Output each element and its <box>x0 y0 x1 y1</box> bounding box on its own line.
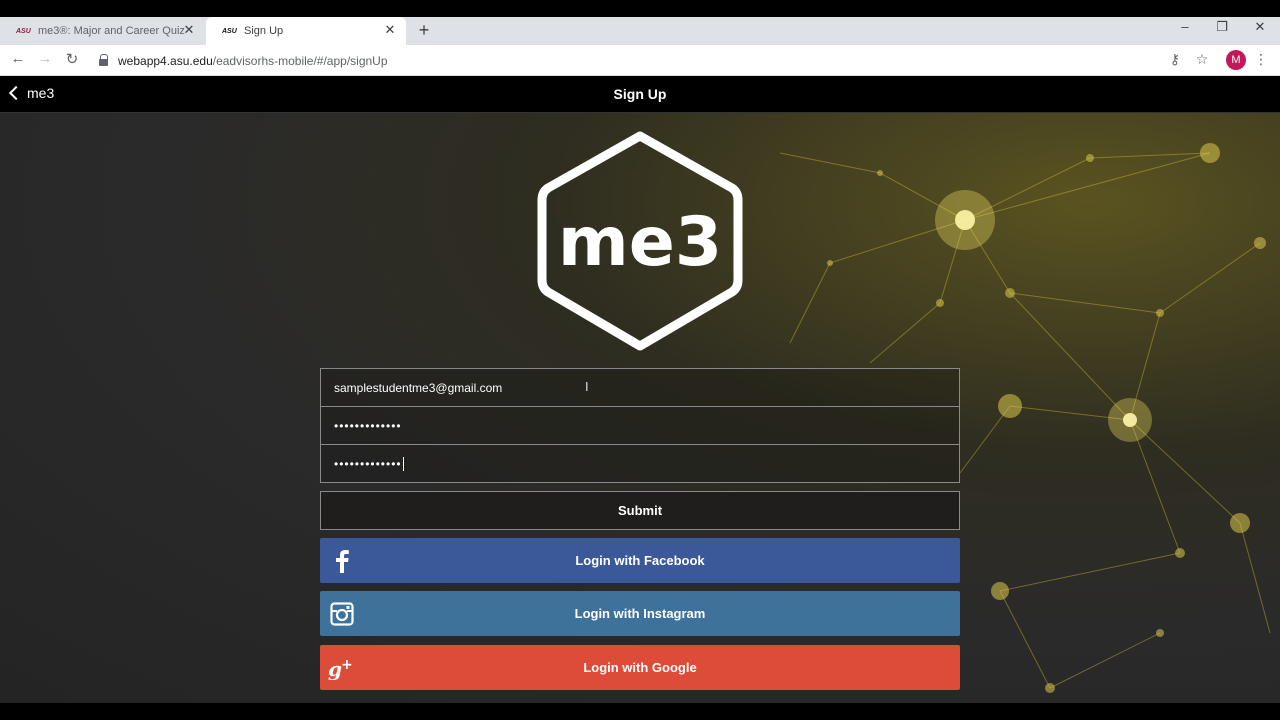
confirm-password-field[interactable]: ••••••••••••• <box>320 445 960 483</box>
key-icon[interactable]: ⚷ <box>1165 51 1185 68</box>
facebook-login-button[interactable]: Login with Facebook <box>320 538 960 583</box>
tab-sign-up[interactable]: ASU Sign Up ✕ <box>206 17 406 45</box>
close-tab-icon[interactable]: ✕ <box>181 22 197 38</box>
signup-form: samplestudentme3@gmail.com I •••••••••••… <box>320 368 960 530</box>
facebook-icon <box>328 547 356 575</box>
restore-icon[interactable]: ❐ <box>1207 19 1237 35</box>
svg-text:+: + <box>341 657 353 673</box>
back-label: me3 <box>27 85 55 101</box>
page-title: Sign Up <box>613 86 667 102</box>
instagram-icon <box>328 600 356 628</box>
tab-me3-quiz[interactable]: ASU me3®: Major and Career Quiz | A ✕ <box>0 17 205 45</box>
window-close-icon[interactable]: ✕ <box>1245 19 1275 35</box>
google-plus-icon: g + <box>328 654 356 682</box>
password-mask: ••••••••••••• <box>334 418 402 433</box>
new-tab-icon[interactable]: + <box>414 20 434 41</box>
reload-icon[interactable]: ↻ <box>62 50 82 68</box>
lock-icon <box>96 53 112 68</box>
back-arrow-icon[interactable]: ← <box>8 50 28 67</box>
profile-avatar[interactable]: M <box>1226 50 1246 70</box>
chevron-left-icon <box>8 85 24 101</box>
email-field[interactable]: samplestudentme3@gmail.com I <box>320 368 960 407</box>
google-login-button[interactable]: g + Login with Google <box>320 645 960 690</box>
submit-button[interactable]: Submit <box>320 491 960 530</box>
asu-favicon: ASU <box>16 27 31 35</box>
address-bar[interactable]: webapp4.asu.edu /eadvisorhs-mobile/#/app… <box>96 49 1190 72</box>
tab-title: me3®: Major and Career Quiz | A <box>38 25 186 37</box>
close-tab-icon[interactable]: ✕ <box>382 22 398 38</box>
tab-title: Sign Up <box>244 25 284 37</box>
forward-arrow-icon[interactable]: → <box>35 50 55 67</box>
asu-favicon: ASU <box>222 27 237 35</box>
app-header: Sign Up me3 <box>0 77 1280 113</box>
screen: ASU me3®: Major and Career Quiz | A ✕ AS… <box>0 0 1280 720</box>
tab-strip: ASU me3®: Major and Career Quiz | A ✕ AS… <box>0 17 1280 45</box>
url-host: webapp4.asu.edu <box>118 53 213 68</box>
confirm-password-mask: ••••••••••••• <box>334 456 402 471</box>
signup-content: me3 samplestudentme3@gmail.com I •••••••… <box>0 113 1280 703</box>
back-button[interactable]: me3 <box>8 85 54 101</box>
minimize-icon[interactable]: – <box>1170 19 1200 34</box>
browser-toolbar: ← → ↻ webapp4.asu.edu /eadvisorhs-mobile… <box>0 45 1280 76</box>
text-cursor-icon: I <box>585 379 589 394</box>
svg-text:g: g <box>328 657 342 680</box>
url-path: /eadvisorhs-mobile/#/app/signUp <box>212 53 388 68</box>
email-value: samplestudentme3@gmail.com <box>334 380 503 395</box>
logo-text: me3 <box>558 203 722 282</box>
bottom-bar <box>0 703 1280 720</box>
input-caret <box>402 456 404 471</box>
me3-logo: me3 <box>530 128 750 353</box>
star-icon[interactable]: ☆ <box>1192 51 1212 68</box>
password-field[interactable]: ••••••••••••• <box>320 407 960 445</box>
kebab-menu-icon[interactable]: ⋮ <box>1251 51 1271 68</box>
facebook-login-label: Login with Facebook <box>575 553 705 568</box>
instagram-login-label: Login with Instagram <box>574 606 706 621</box>
google-login-label: Login with Google <box>583 660 697 675</box>
instagram-login-button[interactable]: Login with Instagram <box>320 591 960 636</box>
